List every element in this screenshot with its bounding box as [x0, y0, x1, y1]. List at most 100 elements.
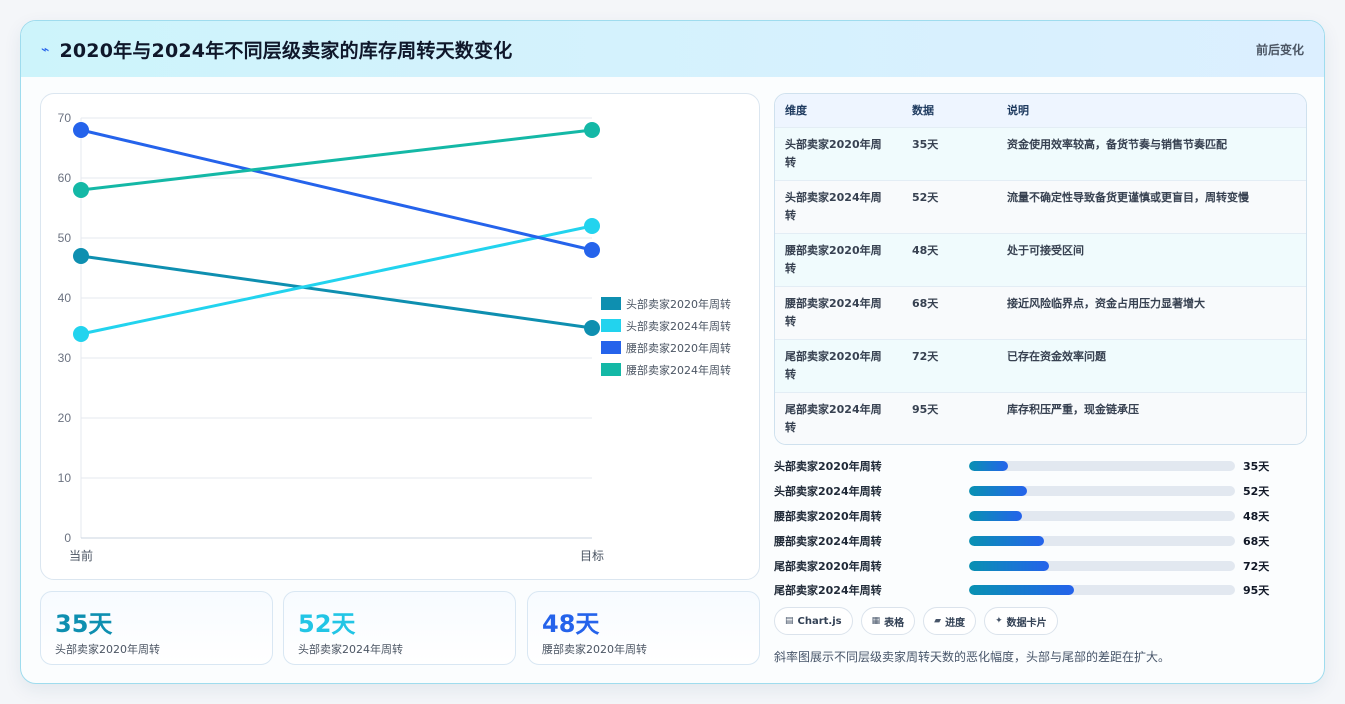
legend-label: 腰部卖家2024年周转 — [626, 363, 731, 377]
progress-value: 48天 — [1243, 509, 1270, 523]
progress-value: 72天 — [1243, 559, 1270, 573]
chip-table[interactable]: ▦ 表格 — [860, 607, 916, 635]
table-cell-description: 处于可接受区间 — [1007, 243, 1084, 257]
progress-label: 腰部卖家2020年周转 — [774, 509, 882, 523]
progress-track — [969, 560, 1235, 571]
progress-fill — [969, 560, 1049, 571]
progress-track — [969, 510, 1235, 521]
stat-card-2: 52天 头部卖家2024年周转 — [283, 591, 516, 665]
table-cell-description: 资金使用效率较高，备货节奏与销售节奏匹配 — [1007, 137, 1227, 151]
legend-swatch — [601, 341, 621, 354]
stat-value: 52天 — [298, 610, 356, 638]
progress-label: 头部卖家2020年周转 — [774, 460, 882, 474]
title-wrap: ⌁ 2020年与2024年不同层级卖家的库存周转天数变化 — [41, 36, 512, 63]
y-tick-label: 0 — [64, 531, 71, 545]
chip-chartjs[interactable]: ▤ Chart.js — [774, 607, 853, 635]
page-title: 2020年与2024年不同层级卖家的库存周转天数变化 — [59, 39, 513, 62]
data-point — [584, 122, 600, 138]
table-header-row: 维度 数据 说明 — [775, 94, 1306, 127]
progress-row: 头部卖家2020年周转 35天 — [774, 454, 1307, 479]
progress-fill — [969, 461, 1008, 472]
table-cell-dimension: 腰部卖家2020年周转 — [785, 243, 882, 275]
chip-progress[interactable]: ▰ 进度 — [923, 607, 977, 635]
y-tick-label: 70 — [58, 111, 72, 125]
legend-swatch — [601, 363, 621, 376]
table-cell-description: 接近风险临界点，资金占用压力显著增大 — [1007, 296, 1205, 310]
progress-label: 尾部卖家2024年周转 — [774, 584, 882, 598]
y-tick-label: 60 — [58, 171, 72, 185]
card-header: ⌁ 2020年与2024年不同层级卖家的库存周转天数变化 前后变化 — [21, 21, 1324, 77]
chip-label: 数据卡片 — [1006, 617, 1047, 629]
progress-fill — [969, 585, 1075, 596]
y-tick-label: 30 — [58, 351, 72, 365]
table-header-data: 数据 — [912, 104, 934, 118]
y-tick-label: 20 — [58, 411, 72, 425]
table-cell-description: 已存在资金效率问题 — [1007, 349, 1106, 363]
stat-value: 35天 — [55, 610, 113, 638]
table-cell-dimension: 头部卖家2020年周转 — [785, 137, 882, 169]
data-point — [584, 242, 600, 258]
progress-label: 尾部卖家2020年周转 — [774, 559, 882, 573]
table-row: 腰部卖家2024年周转 68天 接近风险临界点，资金占用压力显著增大 — [775, 286, 1306, 339]
progress-track — [969, 461, 1235, 472]
sparkle-icon: ✦ — [995, 616, 1003, 626]
table-row: 腰部卖家2020年周转 48天 处于可接受区间 — [775, 233, 1306, 286]
chip-data-cards[interactable]: ✦ 数据卡片 — [984, 607, 1058, 635]
table-cell-data: 72天 — [912, 349, 939, 363]
progress-list: 头部卖家2020年周转 35天 头部卖家2024年周转 52天 腰部卖家2020… — [774, 454, 1307, 603]
progress-row: 尾部卖家2024年周转 95天 — [774, 578, 1307, 603]
header-subtitle: 前后变化 — [1255, 42, 1304, 57]
tag-chips: ▤ Chart.js ▦ 表格 ▰ 进度 ✦ 数据卡片 — [774, 607, 1058, 635]
table-cell-description: 库存积压严重，现金链承压 — [1007, 402, 1139, 416]
table-cell-data: 52天 — [912, 190, 939, 204]
progress-fill — [969, 486, 1027, 497]
progress-fill — [969, 535, 1045, 546]
table-cell-dimension: 腰部卖家2024年周转 — [785, 296, 882, 328]
legend-label: 头部卖家2024年周转 — [626, 319, 731, 333]
legend-swatch — [601, 319, 621, 332]
data-point — [73, 248, 89, 264]
x-tick-label: 目标 — [580, 549, 604, 563]
progress-row: 头部卖家2024年周转 52天 — [774, 479, 1307, 504]
data-table: 维度 数据 说明 头部卖家2020年周转 35天 资金使用效率较高，备货节奏与销… — [775, 94, 1306, 444]
table-cell-dimension: 头部卖家2024年周转 — [785, 190, 882, 222]
table-cell-dimension: 尾部卖家2020年周转 — [785, 349, 882, 381]
progress-row: 尾部卖家2020年周转 72天 — [774, 553, 1307, 578]
slope-chart: 0 10 20 30 40 50 60 70 当前 目标 头部卖家2020年周转头部卖家2024年周… — [58, 111, 731, 563]
stat-card-1: 35天 头部卖家2020年周转 — [40, 591, 273, 665]
data-table-panel: 维度 数据 说明 头部卖家2020年周转 35天 资金使用效率较高，备货节奏与销… — [774, 93, 1307, 445]
progress-value: 52天 — [1243, 485, 1270, 499]
progress-value: 35天 — [1243, 460, 1270, 474]
table-row: 尾部卖家2024年周转 95天 库存积压严重，现金链承压 — [775, 392, 1306, 444]
chart-note: 斜率图展示不同层级卖家周转天数的恶化幅度，头部与尾部的差距在扩大。 — [774, 650, 1171, 664]
data-point — [584, 218, 600, 234]
progress-label: 腰部卖家2024年周转 — [774, 534, 882, 548]
table-cell-dimension: 尾部卖家2024年周转 — [785, 402, 882, 434]
data-point — [73, 122, 89, 138]
data-point — [73, 182, 89, 198]
main-card: ⌁ 2020年与2024年不同层级卖家的库存周转天数变化 前后变化 0 10 20 3… — [20, 20, 1325, 684]
legend-label: 头部卖家2020年周转 — [626, 297, 731, 311]
legend-swatch — [601, 297, 621, 310]
y-tick-label: 10 — [58, 471, 72, 485]
chart-icon: ▤ — [785, 616, 794, 626]
progress-value: 68天 — [1243, 534, 1270, 548]
chip-label: Chart.js — [797, 615, 842, 627]
y-tick-label: 50 — [58, 231, 72, 245]
progress-value: 95天 — [1243, 584, 1270, 598]
data-point — [73, 326, 89, 342]
table-icon: ▦ — [871, 616, 881, 626]
table-row: 尾部卖家2020年周转 72天 已存在资金效率问题 — [775, 339, 1306, 392]
table-cell-data: 48天 — [912, 243, 939, 257]
stat-label: 头部卖家2024年周转 — [298, 643, 403, 656]
progress-row: 腰部卖家2020年周转 48天 — [774, 504, 1307, 529]
progress-track — [969, 585, 1235, 596]
series-line — [80, 128, 593, 252]
table-row: 头部卖家2024年周转 52天 流量不确定性导致备货更谨慎或更盲目，周转变慢 — [775, 180, 1306, 233]
stat-value: 48天 — [542, 610, 600, 638]
progress-fill — [969, 510, 1023, 521]
table-cell-data: 68天 — [912, 296, 939, 310]
table-cell-data: 95天 — [912, 402, 939, 416]
chart-line-icon: ⌁ — [41, 40, 50, 57]
progress-icon: ▰ — [934, 616, 942, 626]
